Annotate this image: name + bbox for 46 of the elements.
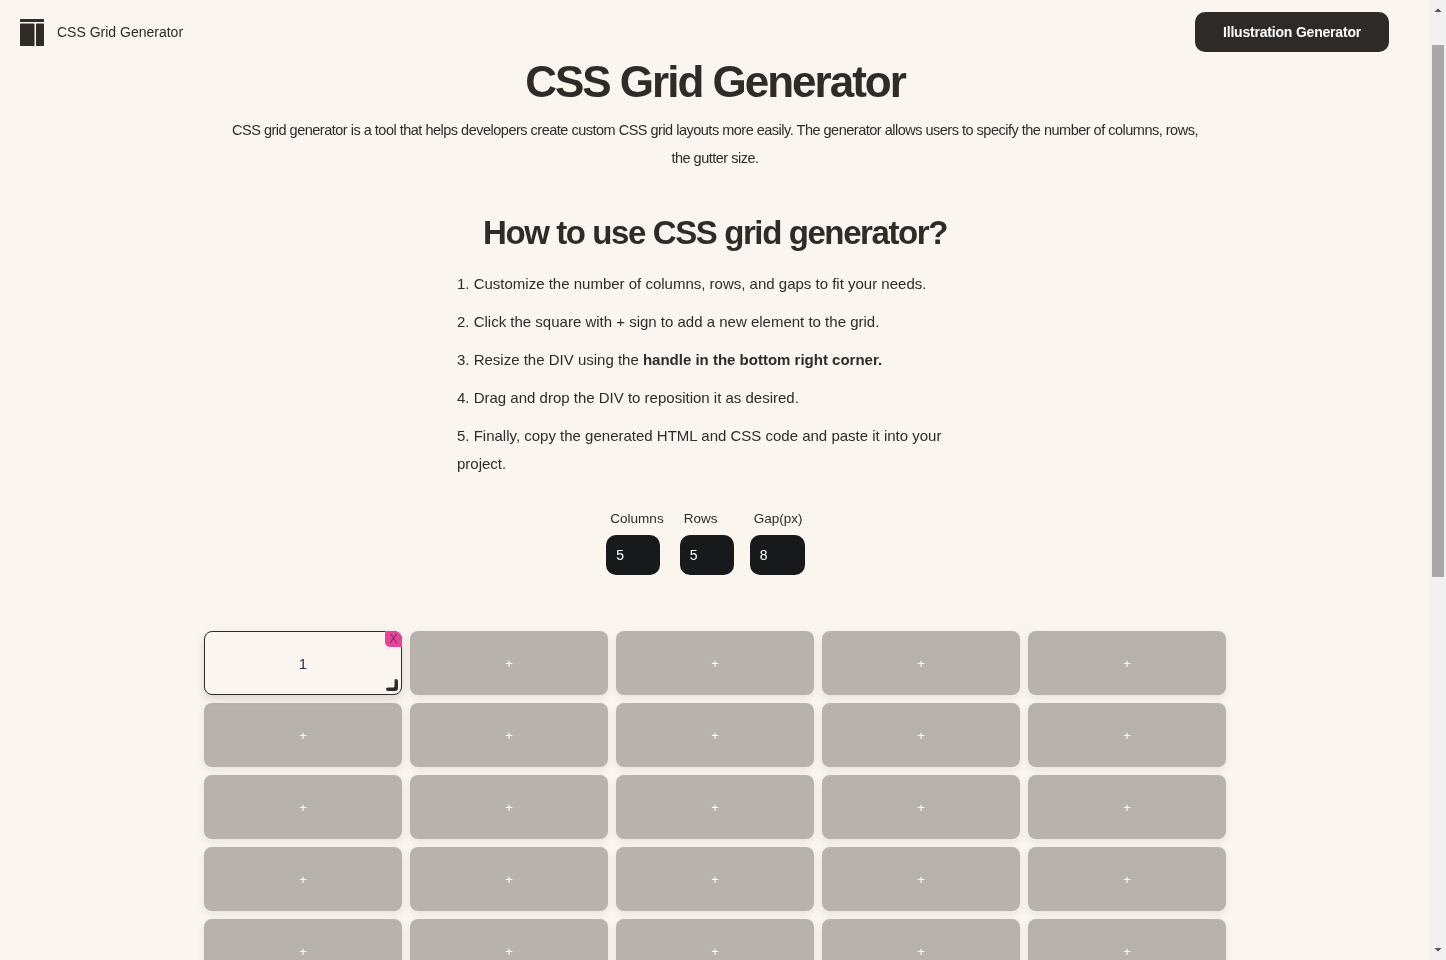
- add-cell-button[interactable]: +: [822, 631, 1020, 695]
- add-cell-button[interactable]: +: [822, 847, 1020, 911]
- site-name[interactable]: CSS Grid Generator: [57, 24, 184, 40]
- item-number: 1: [298, 654, 308, 672]
- step-text: 1. Customize the number of columns, rows, and gaps to fit your needs.: [457, 274, 928, 294]
- add-cell-button[interactable]: +: [1028, 919, 1226, 960]
- resize-handle-icon[interactable]: [386, 679, 398, 691]
- add-cell-button[interactable]: +: [1028, 631, 1226, 695]
- add-cell-button[interactable]: +: [616, 847, 814, 911]
- field-label: Rows: [682, 510, 719, 528]
- add-cell-button[interactable]: +: [410, 703, 608, 767]
- step-text: 2. Click the square with + sign to add a new element to the grid.: [457, 312, 881, 332]
- remove-button[interactable]: X: [385, 631, 402, 647]
- add-cell-button[interactable]: +: [616, 919, 814, 960]
- field-label: Columns: [609, 510, 664, 528]
- generator-button[interactable]: Illustration Generator: [1195, 12, 1389, 52]
- add-cell-button[interactable]: +: [822, 703, 1020, 767]
- add-cell-button[interactable]: +: [204, 775, 402, 839]
- add-cell-button[interactable]: +: [616, 775, 814, 839]
- add-cell-button[interactable]: +: [204, 703, 402, 767]
- number-input[interactable]: 5: [606, 535, 661, 575]
- add-cell-button[interactable]: +: [1028, 703, 1226, 767]
- add-cell-button[interactable]: +: [822, 919, 1020, 960]
- number-input[interactable]: 8: [749, 535, 805, 575]
- page-title: CSS Grid Generator: [525, 56, 905, 108]
- step-text: 5. Finally, copy the generated HTML and CSS code and paste it into your project.: [457, 426, 943, 474]
- add-cell-button[interactable]: +: [616, 703, 814, 767]
- add-cell-button[interactable]: +: [410, 631, 608, 695]
- step-text: 4. Drag and drop the DIV to reposition it as desired.: [457, 388, 800, 408]
- scrollbar[interactable]: [1430, 0, 1446, 960]
- add-cell-button[interactable]: +: [616, 631, 814, 695]
- page-description: CSS grid generator is a tool that helps developers create custom CSS grid layouts more easily. The generator allows users to specify the number of columns, rows, the gutter size.: [231, 121, 1199, 168]
- add-cell-button[interactable]: +: [822, 775, 1020, 839]
- field-label: Gap(px): [752, 510, 804, 528]
- number-input[interactable]: 5: [679, 535, 734, 575]
- section-heading: How to use CSS grid generator?: [482, 213, 948, 253]
- add-cell-button[interactable]: +: [410, 847, 608, 911]
- add-cell-button[interactable]: +: [204, 919, 402, 960]
- add-cell-button[interactable]: +: [204, 847, 402, 911]
- add-cell-button[interactable]: +: [410, 919, 608, 960]
- layout-icon: [20, 18, 44, 46]
- add-cell-button[interactable]: +: [410, 775, 608, 839]
- add-cell-button[interactable]: +: [1028, 775, 1226, 839]
- step-text: 3. Resize the DIV using the handle in the bottom right corner.: [457, 350, 884, 370]
- add-cell-button[interactable]: +: [1028, 847, 1226, 911]
- grid-item[interactable]: 1 X: [204, 631, 402, 695]
